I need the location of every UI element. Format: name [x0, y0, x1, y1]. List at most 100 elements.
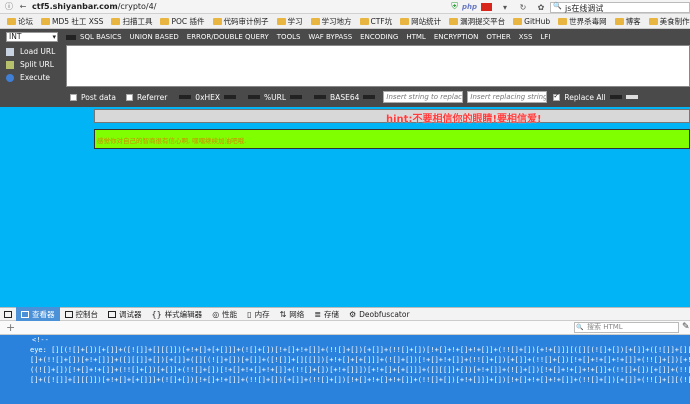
chevron-down-icon[interactable]: ▾ [500, 2, 510, 12]
eyedropper-icon[interactable]: ✎ [682, 322, 690, 332]
folder-icon [276, 17, 286, 25]
folder-icon [160, 17, 170, 25]
html-search-input[interactable]: 搜索 HTML [574, 322, 679, 333]
markup-line[interactable]: eye: [][(![]+[])[+[]]+([![]]+[][[]])[+!+… [0, 345, 690, 355]
bookmark-item[interactable]: MD5 社工 XSS [38, 16, 106, 27]
folder-icon [359, 17, 369, 25]
php-icon[interactable]: php [462, 3, 477, 11]
url-host: ctf5.shiyanbar.com [32, 2, 118, 11]
deobfuscator-icon: ⚙ [348, 309, 357, 319]
page-content: hint:不要相信你的眼睛!要相信爱! 感觉你对自己的智商很有信心啊, 嘿嘿继续… [0, 107, 690, 307]
bookmark-item[interactable]: 论坛 [4, 16, 36, 27]
bookmark-item[interactable]: 扫描工具 [108, 16, 155, 27]
url-field[interactable]: ctf5.shiyanbar.com/crypto/4/ [32, 2, 156, 11]
memory-icon: ▯ [247, 309, 252, 319]
replace-left-button[interactable] [609, 95, 622, 99]
post-data-label: Post data [81, 92, 116, 102]
url-path: /crypto/4/ [117, 2, 157, 11]
base64-encode-button[interactable] [363, 95, 376, 99]
tab-deobfuscator[interactable]: ⚙ Deobfuscator [344, 307, 415, 321]
menu-arrow-icon[interactable] [66, 35, 76, 40]
split-url-icon [6, 60, 14, 69]
hackbar-menu-item[interactable]: UNION BASED [126, 31, 183, 43]
bookmark-item[interactable]: 美食制作 [646, 16, 690, 27]
devtools-pick-icon[interactable] [0, 307, 16, 321]
split-url-button[interactable]: Split URL [6, 58, 55, 71]
hackbar-menu-item[interactable]: ENCRYPTION [430, 31, 483, 43]
hackbar-options: Post data Referrer 0xHEX %URL BASE64 Rep… [70, 91, 638, 103]
console-icon [64, 310, 73, 318]
tab-performance[interactable]: ◎ 性能 [207, 307, 242, 321]
devtools-markup: <!-- eye: [][(![]+[])[+[]]+([![]]+[][[]])… [0, 335, 690, 404]
hackbar-menu-item[interactable]: HTML [402, 31, 429, 43]
hackbar-menu-item[interactable]: ERROR/DOUBLE QUERY [183, 31, 273, 43]
message-text: 感觉你对自己的智商很有信心啊, 嘿嘿继续加油吧哦. [97, 137, 247, 145]
search-input[interactable]: js在线调试 [550, 1, 690, 13]
markup-line[interactable]: ((![]+[])[!+[]+!+[]]+(!![]+[])[+[]]+(!![… [0, 365, 690, 375]
add-node-icon[interactable]: + [6, 321, 15, 334]
referrer-checkbox[interactable] [125, 93, 133, 101]
addon-icon[interactable]: ✿ [536, 2, 546, 12]
bookmark-item[interactable]: 代码审计例子 [210, 16, 272, 27]
folder-icon [111, 17, 121, 25]
replace-string-input[interactable] [467, 91, 548, 103]
address-bar: ⓘ ← ctf5.shiyanbar.com/crypto/4/ ⛨ php ▾… [0, 0, 690, 14]
debugger-icon [108, 310, 116, 318]
replace-all-checkbox[interactable] [553, 92, 561, 101]
hackbar-url-textarea[interactable] [66, 45, 690, 87]
folder-icon [648, 17, 658, 25]
hackbar-menu-item[interactable]: TOOLS [273, 31, 305, 43]
bookmark-item[interactable]: 博客 [612, 16, 644, 27]
hackbar-menu-item[interactable]: SQL BASICS [76, 31, 126, 43]
bookmark-item[interactable]: 网站统计 [397, 16, 444, 27]
tab-debugger[interactable]: 调试器 [103, 307, 147, 321]
bookmark-item[interactable]: CTF坑 [357, 16, 396, 27]
execute-button[interactable]: Execute [6, 71, 55, 84]
pick-element-icon [4, 310, 12, 318]
reload-icon[interactable]: ↻ [518, 2, 528, 12]
devtools-toolbar: + 搜索 HTML ✎ [0, 321, 690, 335]
tab-console[interactable]: 控制台 [60, 307, 104, 321]
markup-line[interactable]: []+(!![]+[])[+!+[]]]+([][[]]+[])[+[]]+([… [0, 355, 690, 365]
find-string-input[interactable] [383, 91, 464, 103]
bookmark-item[interactable]: 漏洞提交平台 [446, 16, 508, 27]
tab-inspector[interactable]: 查看器 [16, 307, 60, 321]
bookmark-item[interactable]: GitHub [510, 17, 553, 26]
base64-decode-button[interactable] [314, 95, 327, 99]
replace-right-button[interactable] [625, 95, 638, 99]
hackbar-menu-item[interactable]: XSS [515, 31, 537, 43]
bookmark-item[interactable]: 学习 [274, 16, 306, 27]
bookmark-item[interactable]: 世界杀毒网 [555, 16, 610, 27]
hackbar-side: Load URL Split URL Execute [6, 45, 55, 84]
folder-icon [558, 17, 568, 25]
hackbar-menu-item[interactable]: LFI [536, 31, 554, 43]
markup-line[interactable]: <!-- [0, 335, 690, 345]
back-icon[interactable]: ← [18, 2, 28, 12]
load-url-button[interactable]: Load URL [6, 45, 55, 58]
markup-line[interactable]: []+([![]]+[][[]])[+!+[]+[+[]]]+(![]+[])[… [0, 375, 690, 385]
hackbar-menu-item[interactable]: ENCODING [356, 31, 402, 43]
url-decode-button[interactable] [248, 95, 261, 99]
flag-icon[interactable] [481, 3, 492, 11]
hackbar-type-select[interactable]: INT [6, 32, 58, 42]
hex-decode-button[interactable] [179, 95, 192, 99]
hackbar-menu-item[interactable]: OTHER [482, 31, 514, 43]
tab-storage[interactable]: ≣ 存储 [309, 307, 344, 321]
inspector-icon [21, 310, 29, 318]
tab-style-editor[interactable]: {} 样式编辑器 [147, 307, 208, 321]
tab-network[interactable]: ⇅ 网络 [275, 307, 310, 321]
tab-memory[interactable]: ▯ 内存 [242, 307, 274, 321]
url-encode-button[interactable] [290, 95, 303, 99]
shield-icon[interactable]: ⛨ [451, 2, 458, 12]
bookmark-item[interactable]: POC 插件 [157, 16, 207, 27]
hex-encode-button[interactable] [224, 95, 237, 99]
hackbar-menu-item[interactable]: WAF BYPASS [304, 31, 356, 43]
hint-text: hint:不要相信你的眼睛!要相信爱! [386, 114, 542, 125]
post-data-checkbox[interactable] [70, 93, 77, 101]
folder-icon [7, 17, 16, 25]
performance-icon: ◎ [212, 309, 220, 319]
bookmark-item[interactable]: 学习地方 [308, 16, 355, 27]
folder-icon [41, 17, 50, 25]
info-icon[interactable]: ⓘ [4, 2, 14, 12]
base64-label: BASE64 [330, 92, 360, 102]
